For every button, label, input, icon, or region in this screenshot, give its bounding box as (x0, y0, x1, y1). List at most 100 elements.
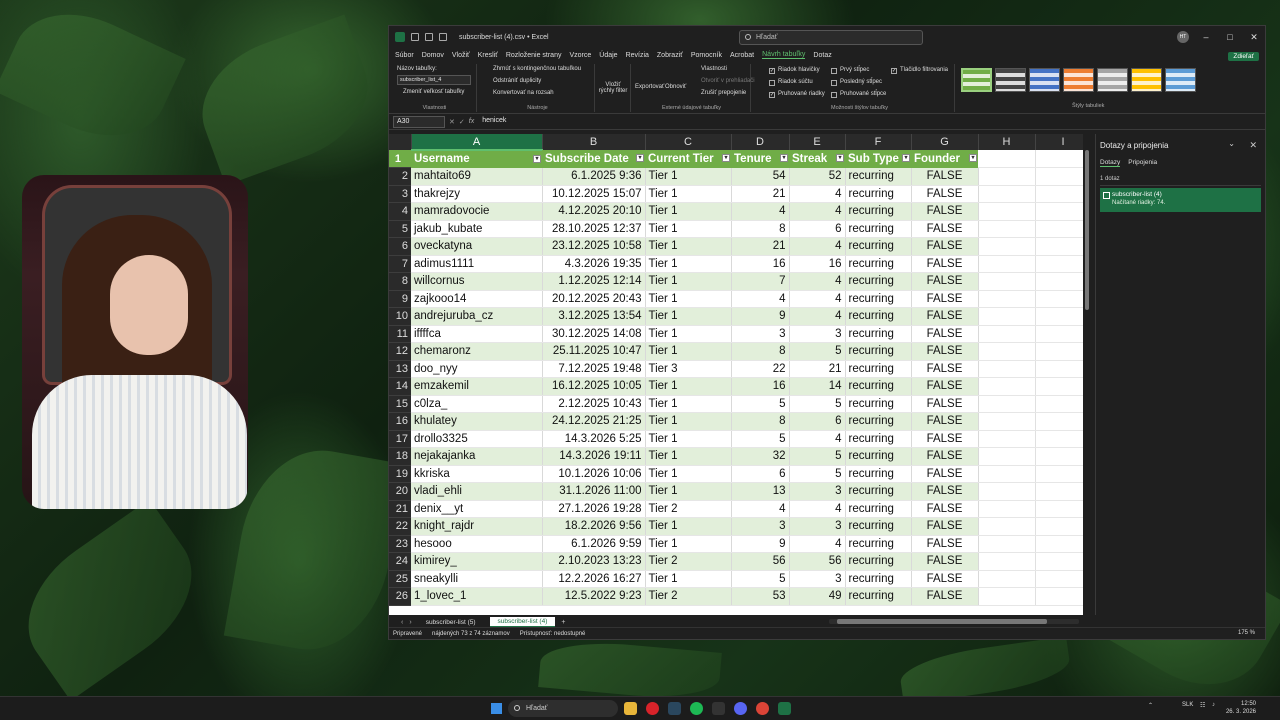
empty-cell[interactable] (1035, 500, 1083, 518)
ribbon-tab[interactable]: Domov (422, 52, 444, 59)
cell[interactable]: 6 (789, 220, 846, 238)
cell[interactable]: jakub_kubate (411, 220, 543, 238)
empty-cell[interactable] (978, 290, 1036, 308)
chevron-down-icon[interactable]: ⌄ (1228, 139, 1235, 148)
ribbon-tab[interactable]: Zobraziť (657, 52, 683, 59)
taskbar-search[interactable]: Hľadať (508, 700, 618, 717)
cell[interactable]: 30.12.2025 14:08 (542, 325, 646, 343)
cell[interactable]: 27.1.2026 19:28 (542, 500, 646, 518)
cell[interactable]: Tier 1 (645, 272, 732, 291)
cell[interactable]: Tier 1 (645, 185, 732, 203)
cell[interactable]: 5 (731, 395, 790, 413)
empty-cell[interactable] (978, 570, 1036, 588)
query-item[interactable]: subscriber-list (4) Načítané riadky: 74. (1100, 188, 1261, 212)
cell[interactable]: FALSE (911, 482, 979, 501)
tab-queries[interactable]: Dotazy (1100, 159, 1121, 167)
zoom-level[interactable]: 175 % (1238, 630, 1255, 636)
cell[interactable]: 3 (789, 325, 846, 343)
cell[interactable]: recurring (845, 185, 912, 203)
cell[interactable]: 12.5.2022 9:23 (542, 587, 646, 606)
minimize-icon[interactable]: – (1199, 30, 1213, 44)
cell[interactable]: zajkooo14 (411, 290, 543, 308)
table-header-cell[interactable]: Streak ▾ (789, 150, 845, 168)
external-properties-button[interactable]: Vlastnosti (701, 66, 727, 72)
empty-cell[interactable] (1035, 202, 1083, 221)
empty-cell[interactable] (1035, 430, 1083, 448)
close-icon[interactable]: ✕ (1247, 30, 1261, 44)
cell[interactable]: 16 (731, 377, 790, 396)
cell[interactable]: 25.11.2025 10:47 (542, 342, 646, 361)
empty-cell[interactable] (978, 500, 1036, 518)
cell[interactable]: Tier 1 (645, 517, 732, 536)
empty-cell[interactable] (1035, 290, 1083, 308)
cell[interactable]: andrejuruba_cz (411, 307, 543, 326)
cell[interactable]: Tier 2 (645, 500, 732, 518)
cell[interactable]: 4.12.2025 20:10 (542, 202, 646, 221)
cell[interactable]: recurring (845, 535, 912, 553)
select-all-corner[interactable] (389, 134, 412, 150)
ribbon-tab[interactable]: Kresliť (478, 52, 498, 59)
empty-cell[interactable] (978, 185, 1036, 203)
cell[interactable]: emzakemil (411, 377, 543, 396)
cell[interactable]: 21 (731, 237, 790, 256)
cell[interactable]: 52 (789, 167, 846, 186)
refresh-button[interactable]: Obnoviť (665, 84, 686, 90)
empty-cell[interactable] (1035, 342, 1083, 361)
table-style-swatch[interactable] (961, 68, 992, 92)
cell[interactable]: recurring (845, 307, 912, 326)
windows-start-icon[interactable] (491, 703, 502, 714)
pivot-summary-button[interactable]: Zhrnúť s kontingenčnou tabuľkou (493, 66, 581, 72)
cell[interactable]: FALSE (911, 255, 979, 273)
save-icon[interactable] (411, 33, 419, 41)
cell[interactable]: sneakylli (411, 570, 543, 588)
cell[interactable]: 6 (731, 465, 790, 483)
cell[interactable]: 14 (789, 377, 846, 396)
table-style-swatch[interactable] (1029, 68, 1060, 92)
ribbon-tab[interactable]: Revízia (626, 52, 649, 59)
cell[interactable]: FALSE (911, 325, 979, 343)
column-header[interactable]: C (645, 134, 732, 150)
cell[interactable]: FALSE (911, 185, 979, 203)
convert-to-range-button[interactable]: Konvertovať na rozsah (493, 90, 554, 96)
cell[interactable]: 10.12.2025 15:07 (542, 185, 646, 203)
table-name-input[interactable]: subscriber_list_4 (397, 75, 471, 85)
opera-icon[interactable] (646, 702, 659, 715)
cell[interactable]: Tier 1 (645, 395, 732, 413)
cell[interactable]: Tier 1 (645, 535, 732, 553)
empty-cell[interactable] (1035, 255, 1083, 273)
cell[interactable]: 23.12.2025 10:58 (542, 237, 646, 256)
cell[interactable]: recurring (845, 412, 912, 431)
table-header-cell[interactable]: Current Tier ▾ (645, 150, 731, 168)
table-header-cell[interactable]: Subscribe Date ▾ (542, 150, 645, 168)
ribbon-tab[interactable]: Návrh tabuľky (762, 51, 806, 59)
cell[interactable]: 7.12.2025 19:48 (542, 360, 646, 378)
cell[interactable]: oveckatyna (411, 237, 543, 256)
cell[interactable]: recurring (845, 570, 912, 588)
cell[interactable]: 22 (731, 360, 790, 378)
cell[interactable]: FALSE (911, 430, 979, 448)
row-number[interactable]: 17 (389, 430, 411, 448)
cell[interactable]: 16 (789, 255, 846, 273)
cell[interactable]: recurring (845, 587, 912, 606)
row-number[interactable]: 14 (389, 377, 411, 396)
cell[interactable]: 5 (789, 395, 846, 413)
row-number[interactable]: 24 (389, 552, 411, 571)
empty-cell[interactable] (978, 360, 1036, 378)
volume-icon[interactable]: ♪ (1212, 702, 1215, 708)
empty-cell[interactable] (978, 517, 1036, 536)
cancel-icon[interactable]: ✕ (449, 118, 455, 126)
empty-cell[interactable] (1035, 360, 1083, 378)
cell[interactable]: 9 (731, 307, 790, 326)
empty-cell[interactable] (1035, 395, 1083, 413)
sheet-tab[interactable]: subscriber-list (4) (489, 616, 556, 628)
empty-cell[interactable] (1035, 220, 1083, 238)
ribbon-tab[interactable]: Údaje (599, 52, 617, 59)
cell[interactable]: Tier 1 (645, 237, 732, 256)
resize-table-button[interactable]: Zmeniť veľkosť tabuľky (403, 89, 464, 95)
row-number[interactable]: 7 (389, 255, 411, 273)
cell[interactable]: willcornus (411, 272, 543, 291)
cell[interactable]: 3 (731, 325, 790, 343)
cell[interactable]: 3 (789, 517, 846, 536)
cell[interactable]: 6.1.2025 9:36 (542, 167, 646, 186)
cell[interactable]: recurring (845, 255, 912, 273)
